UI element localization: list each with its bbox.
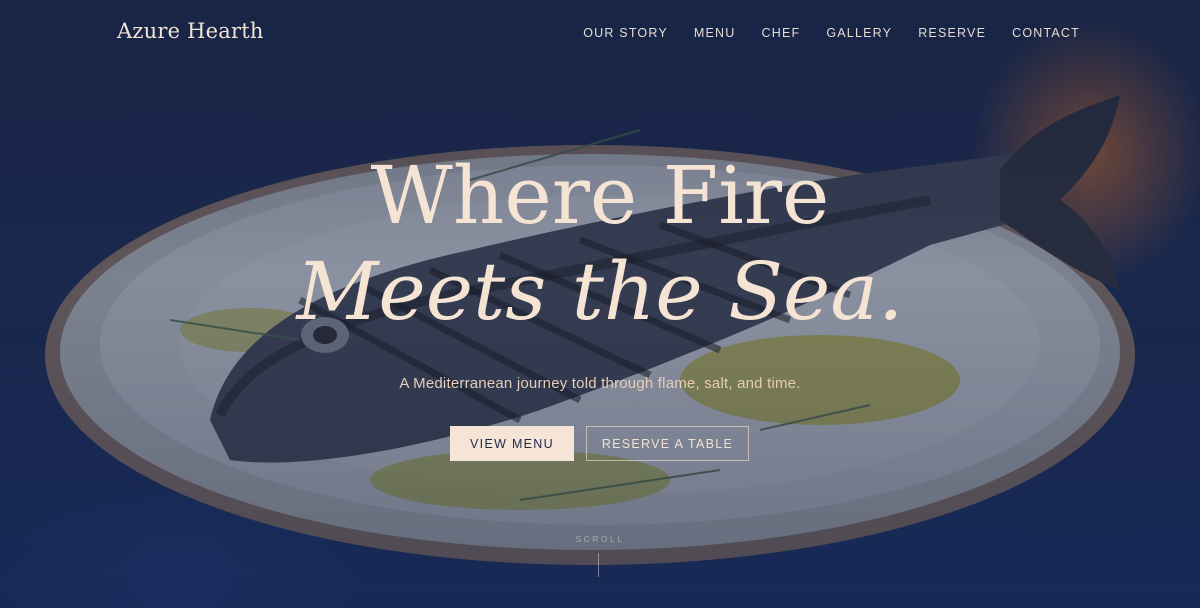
reserve-table-button[interactable]: RESERVE A TABLE [586,426,749,461]
nav-item-contact[interactable]: CONTACT [1012,26,1080,40]
headline-line-1: Where Fire [370,149,830,242]
headline-line-2: Meets the Sea. [296,245,904,338]
brand-logo[interactable]: Azure Hearth [117,19,264,43]
main-nav: OUR STORY MENU CHEF GALLERY RESERVE CONT… [583,26,1080,40]
scroll-indicator-label[interactable]: SCROLL [0,534,1200,544]
scroll-indicator-line [598,553,599,577]
nav-item-gallery[interactable]: GALLERY [826,26,892,40]
nav-item-menu[interactable]: MENU [694,26,736,40]
view-menu-button[interactable]: VIEW MENU [450,426,574,461]
nav-item-chef[interactable]: CHEF [762,26,801,40]
hero-subtitle: A Mediterranean journey told through fla… [399,375,801,392]
hero-section: Azure Hearth OUR STORY MENU CHEF GALLERY… [0,0,1200,608]
hero-headline: Where Fire Meets the Sea. [0,148,1200,340]
nav-item-our-story[interactable]: OUR STORY [583,26,668,40]
nav-item-reserve[interactable]: RESERVE [918,26,986,40]
